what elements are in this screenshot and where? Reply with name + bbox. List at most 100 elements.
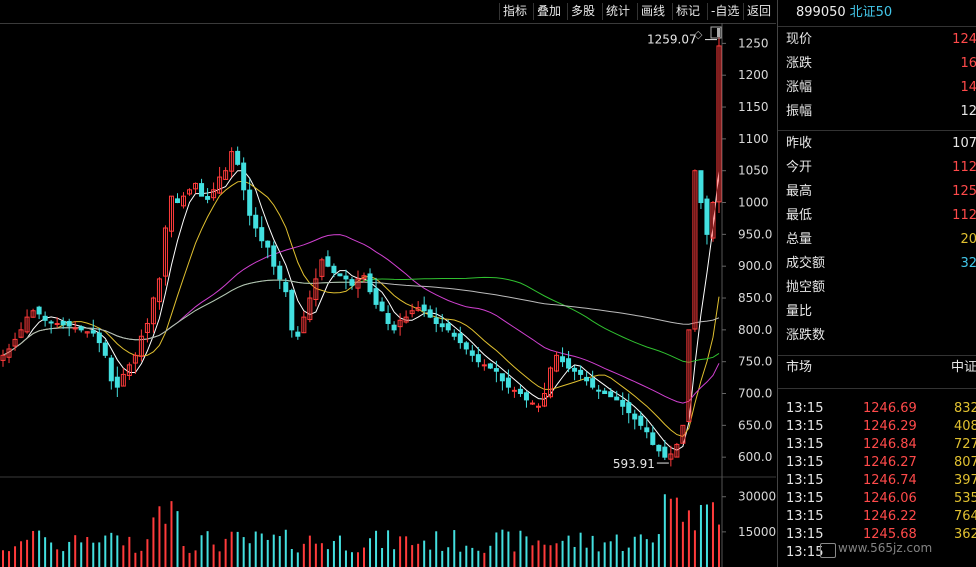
toolbar-mark-button[interactable]: 标记	[672, 3, 703, 20]
candle-body	[289, 289, 295, 331]
tick-vol: 408	[954, 419, 976, 434]
price-tick-label: 950.0	[738, 227, 772, 241]
quote-value: 125	[952, 184, 976, 199]
price-tick-label: 700.0	[738, 387, 772, 401]
candle-body	[72, 327, 78, 330]
candle-body	[283, 281, 289, 293]
quote-row: 涨幅 14	[778, 76, 976, 100]
toolbar-draw-line-button[interactable]: 画线	[637, 3, 668, 20]
tick-time: 13:15	[786, 473, 824, 488]
price-tick-label: 1050	[738, 164, 769, 178]
price-tick-label: 1200	[738, 68, 769, 82]
tick-time: 13:15	[786, 455, 824, 470]
price-tick-label: 1150	[738, 100, 769, 114]
candle-body	[584, 376, 590, 382]
candle-body	[463, 342, 469, 350]
quote-value: 32	[960, 256, 976, 271]
tick-row: 13:15 1246.06 535	[778, 490, 976, 508]
price-tick-label: 750.0	[738, 355, 772, 369]
candle-body	[596, 389, 602, 392]
quote-value: 16	[960, 56, 976, 71]
quote-label: 昨收	[786, 136, 813, 151]
candle-body	[90, 330, 96, 334]
candle-body	[199, 183, 205, 197]
candle-body	[373, 288, 379, 305]
toolbar-statistics-button[interactable]: 统计	[602, 3, 633, 20]
tick-vol: 535	[954, 491, 976, 506]
candle-body	[114, 376, 120, 388]
quote-value: 14	[960, 80, 976, 95]
annotation-label: 593.91	[613, 457, 655, 471]
candle-body	[529, 402, 535, 405]
tick-row: 13:15 1246.84 727	[778, 436, 976, 454]
stock-name[interactable]: 北证50	[850, 5, 893, 20]
candle-body	[469, 350, 475, 356]
panel-toggle-icon-fill	[717, 28, 720, 37]
quote-value: 124	[952, 32, 976, 47]
candle-body	[367, 273, 373, 293]
candle-body	[451, 332, 457, 337]
candle-body	[475, 354, 481, 363]
chart-toolbar: 指标 叠加 多股 统计 画线 标记 -自选 返回	[0, 0, 776, 24]
candle-body	[96, 332, 102, 344]
tick-price: 1246.29	[863, 419, 917, 434]
tick-vol: 727	[954, 437, 976, 452]
candle-body	[331, 265, 337, 274]
quote-row: 涨跌数	[778, 324, 976, 348]
quote-row: 昨收 107	[778, 132, 976, 156]
toolbar-multi-stock-button[interactable]: 多股	[567, 3, 598, 20]
toolbar-remove-watchlist-button[interactable]: -自选	[707, 3, 742, 20]
toolbar-overlay-button[interactable]: 叠加	[533, 3, 564, 20]
tick-price: 1246.22	[863, 509, 917, 524]
stock-header: 899050 北证50	[778, 0, 976, 27]
candlestick-series	[0, 37, 722, 467]
volume-axis-labels: 30000 15000	[738, 490, 776, 539]
volume-series	[2, 494, 720, 567]
quote-row: 量比	[778, 300, 976, 324]
chart-controls: ◇	[694, 26, 722, 41]
candle-body	[439, 323, 445, 328]
toolbar-back-button[interactable]: 返回	[743, 3, 774, 20]
toolbar-indicator-button[interactable]: 指标	[499, 3, 530, 20]
price-tick-label: 900.0	[738, 259, 772, 273]
quote-row: 最低 112	[778, 204, 976, 228]
price-tick-label: 850.0	[738, 291, 772, 305]
candle-body	[36, 306, 42, 315]
candle-body	[656, 444, 662, 452]
divider	[778, 130, 976, 131]
candle-body	[42, 315, 48, 321]
diamond-icon[interactable]: ◇	[694, 28, 703, 41]
quote-label: 涨幅	[786, 80, 813, 95]
candle-body	[608, 391, 614, 398]
ma10-line	[2, 180, 720, 438]
candle-body	[343, 275, 349, 280]
candle-body	[578, 369, 584, 375]
candle-body	[205, 196, 211, 200]
price-axis-labels: 1250 1200 1150 1100 1050 1000 950.0 900.0 850.0 8…	[738, 36, 772, 464]
candle-body	[277, 265, 283, 280]
candle-body	[511, 389, 517, 392]
candle-body	[421, 304, 427, 312]
tick-vol: 397	[954, 473, 976, 488]
watermark-logo-icon	[820, 543, 836, 558]
quote-row: 抛空额	[778, 276, 976, 300]
tick-time: 13:15	[786, 437, 824, 452]
tick-time: 13:15	[786, 419, 824, 434]
candle-body	[457, 333, 463, 344]
candle-body	[391, 324, 397, 331]
quote-label: 涨跌数	[786, 328, 826, 343]
quote-label: 今开	[786, 160, 813, 175]
price-tick-label: 650.0	[738, 418, 772, 432]
annotation-label: 1259.07	[647, 33, 697, 47]
quote-value: 12	[960, 104, 976, 119]
tick-row: 13:15 1246.22 764	[778, 508, 976, 526]
candle-body	[590, 378, 596, 388]
ma60-line	[2, 276, 720, 363]
quote-panel: 899050 北证50 现价 124 涨跌 16 涨幅 14 振幅 12 昨收 107 今开 112 最高…	[777, 0, 976, 567]
candle-body	[349, 279, 355, 286]
candle-body	[108, 357, 114, 382]
tick-time: 13:15	[786, 401, 824, 416]
candle-body	[644, 427, 650, 433]
quote-label: 成交额	[786, 256, 826, 271]
kline-chart[interactable]: 1250 1200 1150 1100 1050 1000 950.0 900.0 850.0 8…	[0, 23, 776, 567]
